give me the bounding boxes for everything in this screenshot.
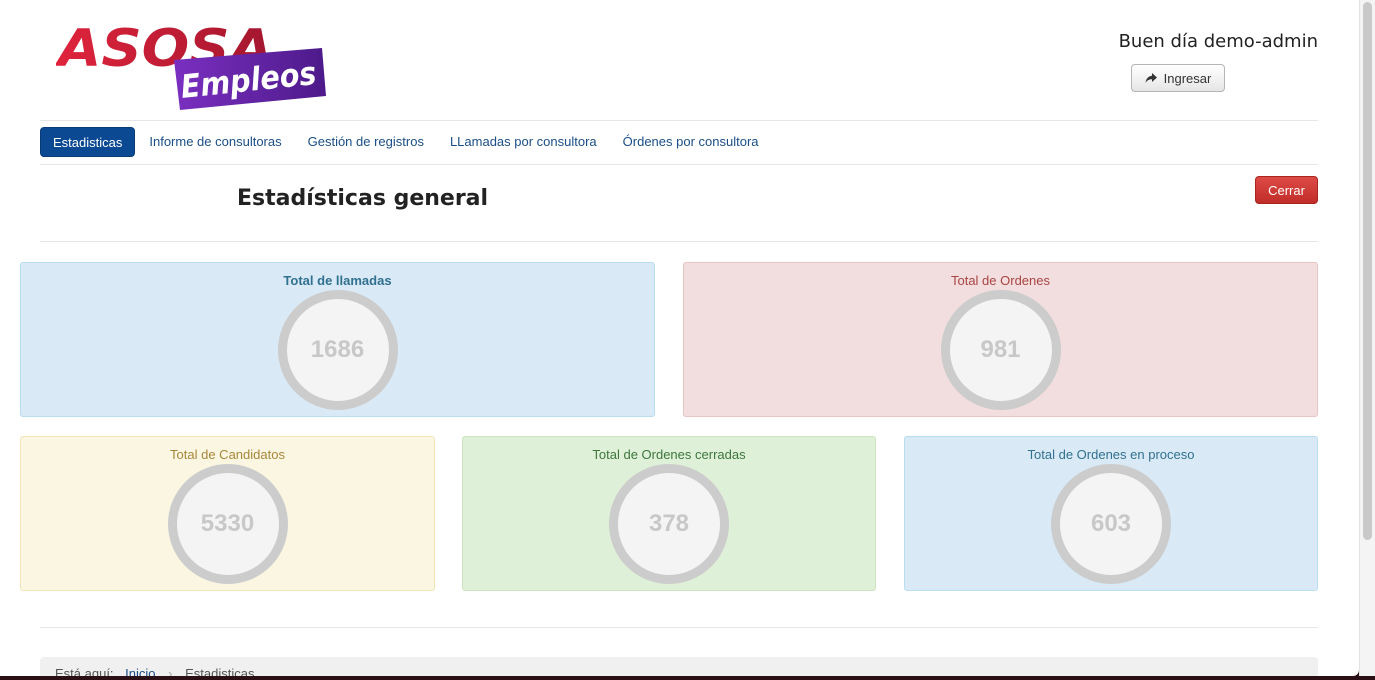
breadcrumb-current: Estadisticas — [185, 666, 255, 676]
stat-value-circle: 1686 — [277, 290, 398, 410]
scrollbar-thumb[interactable] — [1363, 2, 1372, 540]
breadcrumb: Está aquí: Inicio › Estadisticas — [40, 657, 1318, 676]
stat-panel-ordenes-cerradas: Total de Ordenes cerradas 378 — [462, 436, 876, 591]
stat-value-circle: 5330 — [167, 464, 288, 584]
page: ASOSA Empleos Buen día demo-admin Ingres… — [0, 0, 1359, 676]
stat-value-circle: 981 — [940, 290, 1061, 410]
divider — [40, 241, 1318, 242]
stat-panel-candidatos: Total de Candidatos 5330 — [20, 436, 435, 591]
main-nav: Estadisticas Informe de consultoras Gest… — [40, 127, 773, 157]
divider — [40, 120, 1318, 121]
share-arrow-icon — [1145, 72, 1157, 83]
stat-title: Total de Ordenes — [950, 273, 1050, 288]
login-label: Ingresar — [1163, 70, 1212, 86]
login-button[interactable]: Ingresar — [1131, 64, 1225, 92]
page-title: Estadísticas general — [237, 186, 489, 211]
stat-title: Total de llamadas — [283, 273, 392, 288]
nav-tab-llamadas-consultora[interactable]: LLamadas por consultora — [438, 127, 609, 157]
stat-panel-llamadas: Total de llamadas 1686 — [20, 262, 655, 417]
stat-value-circle: 378 — [609, 464, 729, 584]
asosa-empleos-logo[interactable]: ASOSA Empleos — [56, 18, 328, 112]
stat-panel-ordenes-proceso: Total de Ordenes en proceso 603 — [904, 436, 1318, 591]
nav-tab-estadisticas[interactable]: Estadisticas — [40, 127, 136, 157]
breadcrumb-prefix: Está aquí: — [55, 666, 114, 676]
breadcrumb-separator: › — [168, 666, 173, 676]
stat-title: Total de Ordenes en proceso — [1027, 447, 1195, 462]
nav-tab-ordenes-consultora[interactable]: Órdenes por consultora — [611, 127, 771, 157]
divider — [40, 164, 1318, 165]
greeting: Buen día demo-admin — [1118, 31, 1318, 52]
stat-panel-ordenes: Total de Ordenes 981 — [683, 262, 1318, 417]
stat-title: Total de Candidatos — [170, 447, 285, 462]
divider — [40, 627, 1318, 628]
nav-tab-informe-consultoras[interactable]: Informe de consultoras — [137, 127, 293, 157]
stat-title: Total de Ordenes cerradas — [592, 447, 746, 462]
breadcrumb-link-inicio[interactable]: Inicio — [125, 666, 155, 676]
nav-tab-gestion-registros[interactable]: Gestión de registros — [296, 127, 436, 157]
close-button[interactable]: Cerrar — [1255, 176, 1318, 204]
stat-value-circle: 603 — [1051, 464, 1171, 584]
vertical-scrollbar[interactable] — [1359, 0, 1375, 676]
